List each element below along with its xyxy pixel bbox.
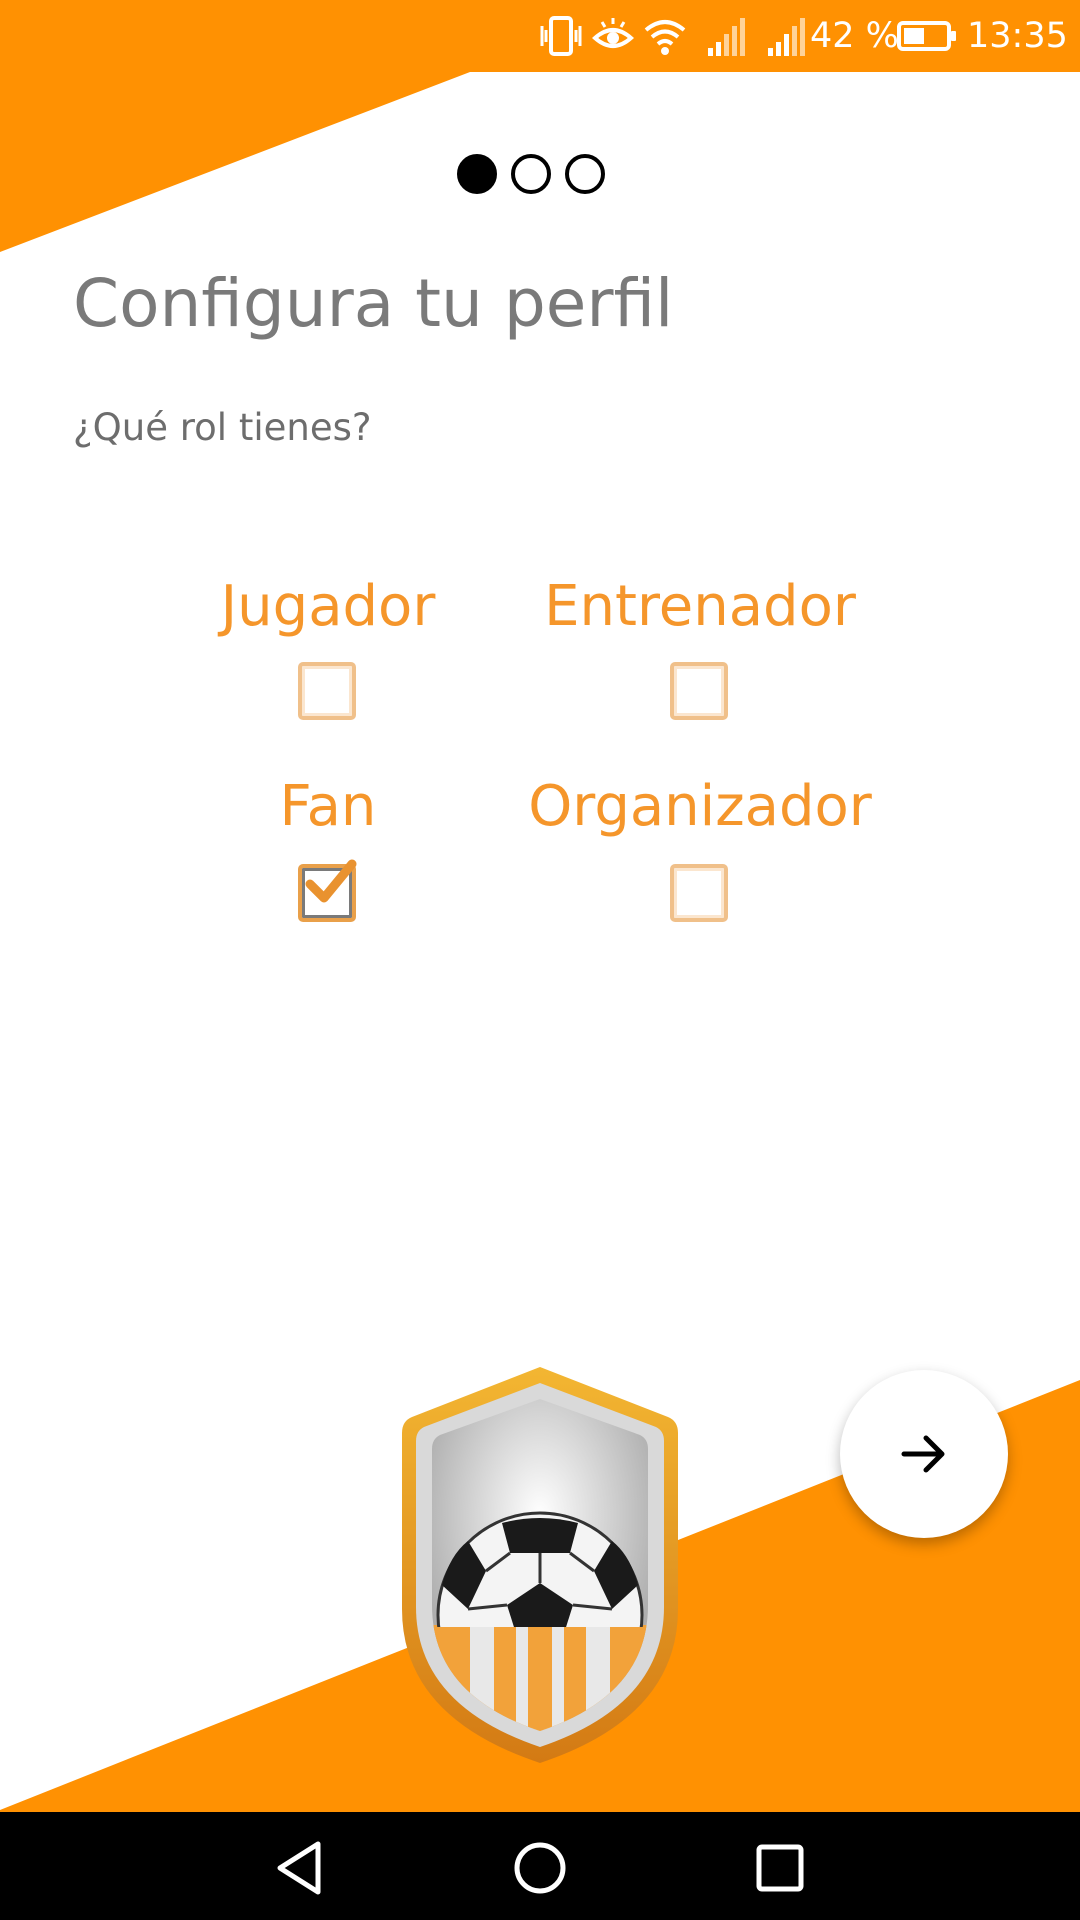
- eye-comfort-icon: [592, 18, 634, 48]
- arrow-right-icon: [901, 1435, 945, 1473]
- role-checkbox-entrenador[interactable]: [670, 662, 728, 720]
- role-checkbox-fan[interactable]: [298, 859, 357, 922]
- role-label-organizador: Organizador: [528, 774, 872, 839]
- recents-icon[interactable]: [750, 1838, 810, 1898]
- role-label-jugador: Jugador: [220, 574, 436, 639]
- role-label-entrenador: Entrenador: [544, 574, 856, 639]
- role-checkbox-jugador[interactable]: [298, 662, 356, 720]
- battery-icon: [897, 21, 956, 51]
- status-bar: 42 % 13:35: [0, 0, 1080, 72]
- shield-ball-logo: [402, 1367, 678, 1763]
- role-question: ¿Qué rol tienes?: [73, 406, 372, 449]
- navigation-bar: [0, 1812, 1080, 1920]
- pager-dot-3: [565, 154, 605, 194]
- role-label-fan: Fan: [279, 774, 377, 839]
- role-checkbox-organizador[interactable]: [670, 864, 728, 922]
- vibrate-icon: [540, 16, 582, 56]
- next-button[interactable]: [840, 1370, 1008, 1538]
- page-title: Configura tu perfil: [73, 265, 674, 342]
- signal-icon: [708, 18, 745, 56]
- pager-dot-2: [511, 154, 551, 194]
- battery-percentage: 42 %: [810, 16, 899, 56]
- back-icon[interactable]: [270, 1838, 330, 1898]
- home-icon[interactable]: [510, 1838, 570, 1898]
- checkmark-icon: [305, 859, 357, 903]
- signal-icon: [768, 18, 805, 56]
- clock: 13:35: [967, 16, 1068, 56]
- pager-dot-1: [457, 154, 497, 194]
- screen: 42 % 13:35 Configura tu perfil ¿Qué rol …: [0, 0, 1080, 1920]
- wifi-icon: [644, 20, 686, 55]
